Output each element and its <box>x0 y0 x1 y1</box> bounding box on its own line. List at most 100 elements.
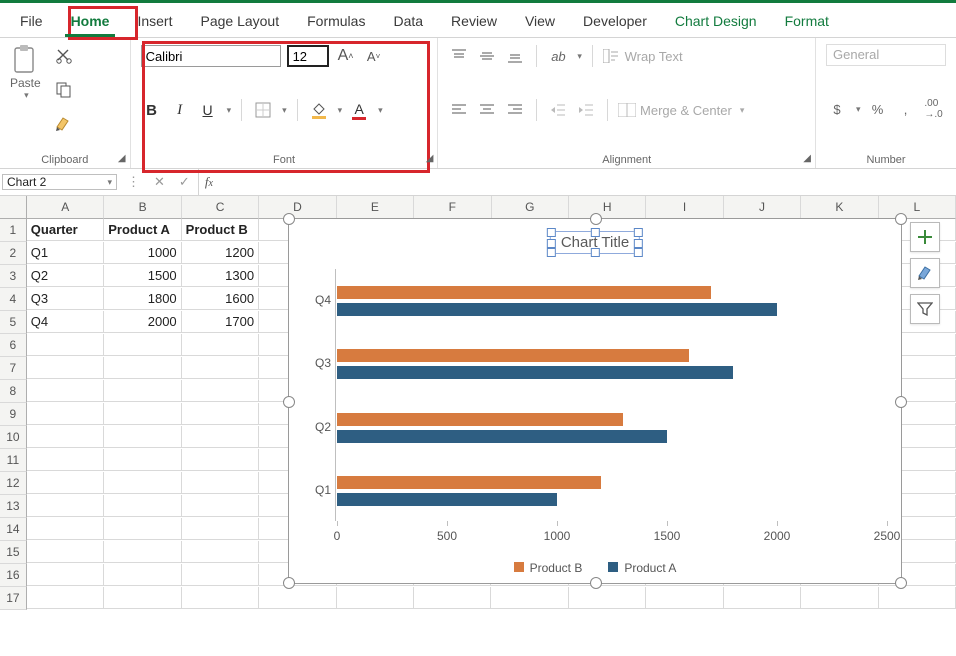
cell[interactable] <box>27 541 104 563</box>
cell[interactable]: 1200 <box>182 242 259 264</box>
align-left-button[interactable] <box>448 98 470 122</box>
increase-decimal-button[interactable]: .00→.0 <box>923 97 945 121</box>
cell[interactable]: Q4 <box>27 311 104 333</box>
tab-insert[interactable]: Insert <box>123 7 186 37</box>
merge-center-button[interactable]: Merge & Center <box>618 98 731 122</box>
cell[interactable] <box>27 564 104 586</box>
cell[interactable] <box>569 587 646 609</box>
column-header[interactable]: G <box>492 196 569 219</box>
cell[interactable]: 1500 <box>104 265 181 287</box>
cell[interactable]: Q3 <box>27 288 104 310</box>
row-header[interactable]: 7 <box>0 357 27 380</box>
increase-indent-button[interactable] <box>575 98 597 122</box>
cell[interactable] <box>182 518 259 540</box>
selection-handle[interactable] <box>547 248 556 257</box>
cell[interactable]: Q2 <box>27 265 104 287</box>
bar-product-a[interactable] <box>337 493 557 506</box>
cell[interactable] <box>724 587 801 609</box>
cell[interactable] <box>27 403 104 425</box>
row-header[interactable]: 14 <box>0 518 27 541</box>
column-header[interactable]: C <box>182 196 259 219</box>
align-middle-button[interactable] <box>476 44 498 68</box>
cell[interactable] <box>27 449 104 471</box>
cell[interactable] <box>182 426 259 448</box>
cell[interactable] <box>104 449 181 471</box>
cell[interactable] <box>182 449 259 471</box>
column-header[interactable]: B <box>104 196 181 219</box>
cut-button[interactable] <box>53 44 75 68</box>
column-header[interactable]: L <box>879 196 956 219</box>
column-header[interactable]: E <box>337 196 414 219</box>
legend-item-product-b[interactable]: Product B <box>514 561 583 575</box>
bar-product-b[interactable] <box>337 476 601 489</box>
paste-button[interactable]: Paste ▾ <box>10 44 41 101</box>
number-format-select[interactable]: General <box>826 44 946 66</box>
formula-accept-icon[interactable]: ✓ <box>179 174 190 190</box>
worksheet[interactable]: ABCDEFGHIJKL 1QuarterProduct AProduct B2… <box>0 196 956 610</box>
cell[interactable] <box>27 472 104 494</box>
cell[interactable] <box>27 587 104 609</box>
name-box[interactable]: Chart 2▾ <box>2 174 117 190</box>
selection-handle[interactable] <box>895 396 907 408</box>
cell[interactable] <box>646 587 723 609</box>
cell[interactable]: 1000 <box>104 242 181 264</box>
selection-handle[interactable] <box>547 239 556 248</box>
row-header[interactable]: 5 <box>0 311 27 334</box>
format-painter-button[interactable] <box>53 112 75 136</box>
cell[interactable] <box>801 587 878 609</box>
cell[interactable] <box>337 587 414 609</box>
tab-home[interactable]: Home <box>57 7 124 37</box>
cell[interactable] <box>104 403 181 425</box>
row-header[interactable]: 3 <box>0 265 27 288</box>
select-all-corner[interactable] <box>0 196 27 219</box>
cell[interactable] <box>27 495 104 517</box>
align-top-button[interactable] <box>448 44 470 68</box>
cell[interactable]: 2000 <box>104 311 181 333</box>
column-header[interactable]: K <box>801 196 878 219</box>
cell[interactable]: Q1 <box>27 242 104 264</box>
cell[interactable] <box>104 495 181 517</box>
cell[interactable]: Quarter <box>27 219 104 241</box>
selection-handle[interactable] <box>634 239 643 248</box>
fx-icon[interactable]: fx <box>199 174 219 190</box>
cell[interactable] <box>104 587 181 609</box>
tab-page-layout[interactable]: Page Layout <box>186 7 293 37</box>
cell[interactable] <box>491 587 568 609</box>
column-header[interactable]: D <box>259 196 336 219</box>
cell[interactable] <box>879 587 956 609</box>
cell[interactable] <box>182 587 259 609</box>
chart-elements-button[interactable] <box>910 222 940 252</box>
column-header[interactable]: I <box>646 196 723 219</box>
row-header[interactable]: 15 <box>0 541 27 564</box>
cell[interactable] <box>27 380 104 402</box>
chart-styles-button[interactable] <box>910 258 940 288</box>
tab-view[interactable]: View <box>511 7 569 37</box>
formula-more-icon[interactable]: ⋮ <box>127 174 140 190</box>
selection-handle[interactable] <box>590 213 602 225</box>
bar-product-b[interactable] <box>337 286 711 299</box>
column-header[interactable]: H <box>569 196 646 219</box>
align-center-button[interactable] <box>476 98 498 122</box>
cell[interactable] <box>414 587 491 609</box>
chart-filters-button[interactable] <box>910 294 940 324</box>
font-launcher[interactable]: ◢ <box>426 153 434 164</box>
cell[interactable] <box>104 518 181 540</box>
cell[interactable] <box>104 472 181 494</box>
cell[interactable]: Product A <box>104 219 181 241</box>
cell[interactable] <box>104 357 181 379</box>
tab-format[interactable]: Format <box>771 7 843 37</box>
bar-product-a[interactable] <box>337 430 667 443</box>
cell[interactable] <box>104 380 181 402</box>
tab-data[interactable]: Data <box>379 7 437 37</box>
bar-product-b[interactable] <box>337 413 623 426</box>
percent-format-button[interactable]: % <box>867 97 889 121</box>
column-header[interactable]: F <box>414 196 491 219</box>
cell[interactable] <box>182 564 259 586</box>
selection-handle[interactable] <box>591 248 600 257</box>
copy-button[interactable] <box>53 78 75 102</box>
formula-cancel-icon[interactable]: ✕ <box>154 174 165 190</box>
row-header[interactable]: 1 <box>0 219 27 242</box>
cell[interactable] <box>182 403 259 425</box>
cell[interactable] <box>259 587 336 609</box>
align-right-button[interactable] <box>504 98 526 122</box>
